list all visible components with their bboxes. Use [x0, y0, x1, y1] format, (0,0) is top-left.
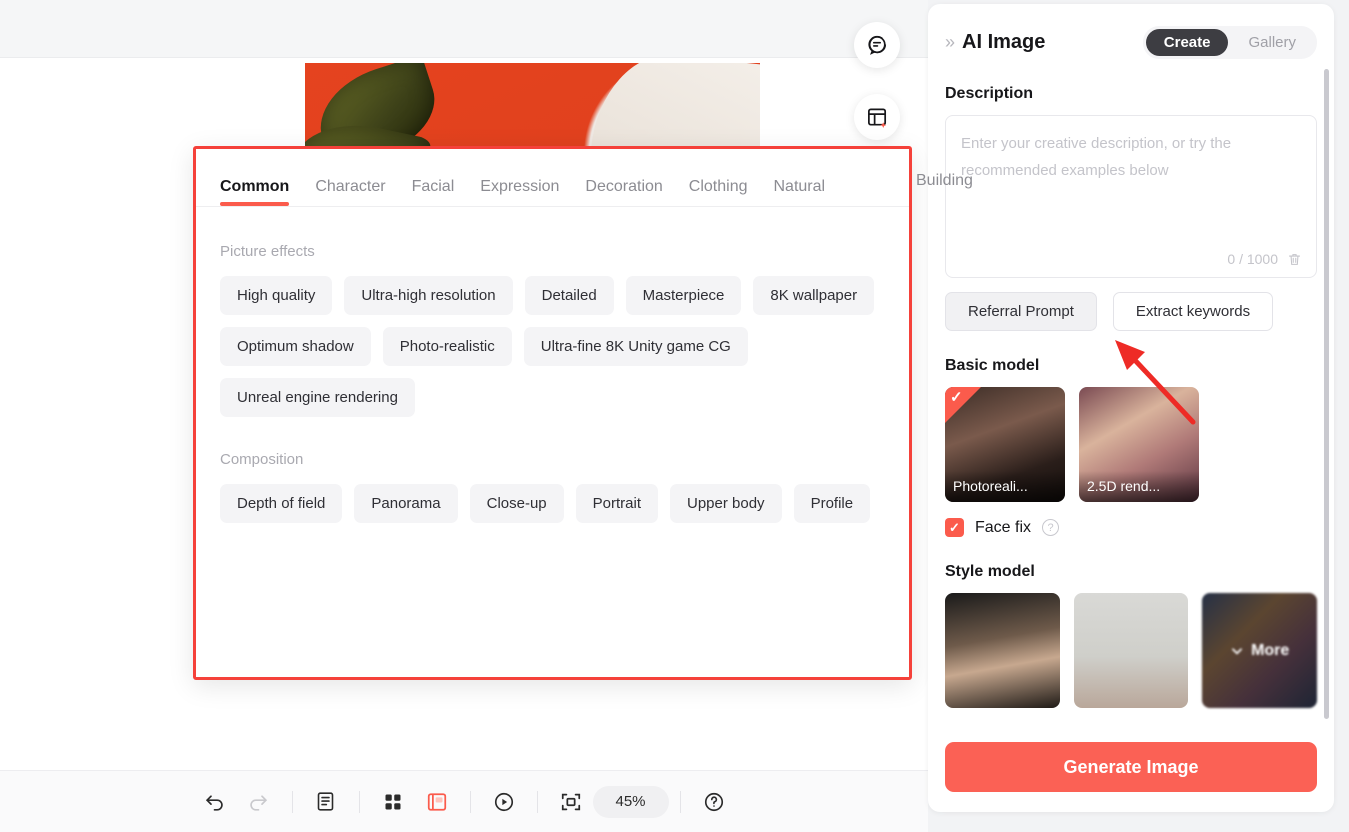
- tag-chip[interactable]: Photo-realistic: [382, 327, 512, 366]
- extract-keywords-button[interactable]: Extract keywords: [1112, 292, 1274, 331]
- preview-button[interactable]: [482, 782, 526, 822]
- face-fix-checkbox[interactable]: ✓: [945, 518, 964, 537]
- tag-chip[interactable]: Ultra-high resolution: [344, 276, 513, 315]
- ai-image-panel: » AI Image Create Gallery Description En…: [928, 4, 1334, 812]
- group-title-picture-effects: Picture effects: [220, 243, 315, 260]
- question-icon[interactable]: ?: [1042, 519, 1060, 536]
- panel-scrollbar[interactable]: [1324, 69, 1329, 719]
- tab-natural[interactable]: Natural: [774, 178, 826, 206]
- tag-chip[interactable]: Unreal engine rendering: [220, 378, 415, 417]
- template-sparkle-icon: [867, 107, 886, 128]
- style-model-list: More: [945, 593, 1318, 708]
- style-model-more[interactable]: More: [1202, 593, 1318, 708]
- grid-view-button[interactable]: [371, 782, 415, 822]
- style-model-item[interactable]: [945, 593, 1060, 708]
- prompt-action-buttons: Referral Prompt Extract keywords: [945, 292, 1317, 331]
- tag-chip[interactable]: Optimum shadow: [220, 327, 371, 366]
- tab-expression[interactable]: Expression: [480, 178, 559, 206]
- tab-create[interactable]: Create: [1145, 29, 1229, 56]
- ai-image-panel-inner: » AI Image Create Gallery Description En…: [928, 4, 1334, 812]
- chevron-down-icon: [1232, 647, 1243, 654]
- style-model-item[interactable]: [1073, 593, 1189, 708]
- question-circle-icon: [704, 792, 723, 811]
- tag-chip[interactable]: Ultra-fine 8K Unity game CG: [523, 327, 748, 366]
- collapse-chevron-icon[interactable]: »: [945, 32, 955, 53]
- chip-group-picture-effects: High quality Ultra-high resolution Detai…: [220, 276, 885, 417]
- tag-chip[interactable]: High quality: [220, 276, 333, 315]
- mode-segmented-control: Create Gallery: [1142, 26, 1317, 59]
- tag-chip[interactable]: Portrait: [575, 484, 658, 523]
- tab-clothing[interactable]: Clothing: [689, 178, 748, 206]
- toolbar-divider: [679, 790, 681, 813]
- more-label: More: [1251, 641, 1290, 659]
- redo-icon: [250, 795, 267, 811]
- character-counter: 0 / 1000: [1227, 251, 1278, 267]
- toolbar-divider: [358, 790, 360, 813]
- referral-prompt-button[interactable]: Referral Prompt: [945, 292, 1097, 331]
- play-circle-icon: [494, 792, 513, 811]
- panel-title-group: » AI Image: [945, 31, 1045, 54]
- tab-facial[interactable]: Facial: [412, 178, 455, 206]
- toolbar-divider: [469, 790, 471, 813]
- fit-screen-button[interactable]: [549, 782, 593, 822]
- generate-image-button[interactable]: Generate Image: [945, 742, 1317, 792]
- basic-model-label: Basic model: [945, 357, 1040, 374]
- more-overlay: More: [1202, 593, 1318, 708]
- tag-chip[interactable]: Masterpiece: [625, 276, 742, 315]
- tag-tabs: Common Character Facial Expression Decor…: [196, 149, 909, 207]
- app-root: 45% Building Common Character Facial Exp…: [0, 0, 1349, 832]
- face-fix-row: ✓ Face fix ?: [945, 518, 1317, 537]
- check-icon: ✓: [950, 389, 963, 406]
- tab-building[interactable]: Building: [916, 172, 973, 190]
- redo-button[interactable]: [237, 782, 281, 822]
- description-label: Description: [945, 85, 1034, 102]
- zoom-level[interactable]: 45%: [592, 785, 669, 818]
- layout-icon: [427, 792, 446, 811]
- template-button[interactable]: [854, 94, 900, 140]
- tag-chip[interactable]: Profile: [793, 484, 871, 523]
- tag-chip[interactable]: Close-up: [469, 484, 564, 523]
- undo-icon: [206, 795, 223, 811]
- bottom-toolbar: 45%: [0, 770, 928, 832]
- help-button[interactable]: [692, 782, 736, 822]
- tag-chip[interactable]: Detailed: [524, 276, 614, 315]
- page-title: AI Image: [962, 31, 1046, 53]
- description-placeholder: Enter your creative description, or try …: [961, 135, 1232, 179]
- toolbar-divider: [291, 790, 293, 813]
- tab-gallery[interactable]: Gallery: [1230, 29, 1314, 56]
- tag-panel-body: Picture effects High quality Ultra-high …: [196, 207, 909, 523]
- tab-decoration[interactable]: Decoration: [585, 178, 662, 206]
- style-model-label: Style model: [945, 563, 1035, 580]
- tag-picker-panel: Common Character Facial Expression Decor…: [193, 146, 912, 680]
- basic-model-list: ✓ Photoreali... 2.5D rend...: [945, 387, 1317, 502]
- toolbar-divider: [536, 790, 538, 813]
- tab-character[interactable]: Character: [315, 178, 385, 206]
- basic-model-item-label: Photoreali...: [945, 471, 1065, 502]
- document-icon: [317, 792, 334, 811]
- tag-chip[interactable]: Depth of field: [220, 484, 343, 523]
- tag-chip[interactable]: 8K wallpaper: [753, 276, 875, 315]
- trash-icon[interactable]: [1287, 252, 1302, 267]
- group-title-composition: Composition: [220, 451, 304, 468]
- comment-icon: [868, 35, 887, 55]
- notes-button[interactable]: [304, 782, 348, 822]
- grid-icon: [385, 794, 400, 809]
- description-footer: 0 / 1000: [1227, 251, 1302, 267]
- undo-button[interactable]: [193, 782, 237, 822]
- basic-model-item[interactable]: 2.5D rend...: [1079, 387, 1199, 502]
- panel-header: » AI Image Create Gallery: [945, 26, 1317, 59]
- chip-group-composition: Depth of field Panorama Close-up Portrai…: [220, 484, 885, 523]
- description-input[interactable]: Enter your creative description, or try …: [945, 115, 1317, 278]
- tag-chip[interactable]: Upper body: [670, 484, 782, 523]
- tag-chip[interactable]: Panorama: [354, 484, 458, 523]
- tab-common[interactable]: Common: [220, 178, 290, 206]
- fit-screen-icon: [561, 793, 580, 810]
- basic-model-item-label: 2.5D rend...: [1079, 471, 1199, 502]
- basic-model-item[interactable]: ✓ Photoreali...: [945, 387, 1065, 502]
- comment-button[interactable]: [854, 22, 900, 68]
- face-fix-label: Face fix: [975, 518, 1032, 536]
- top-bar: [0, 0, 928, 58]
- layout-button[interactable]: [415, 782, 459, 822]
